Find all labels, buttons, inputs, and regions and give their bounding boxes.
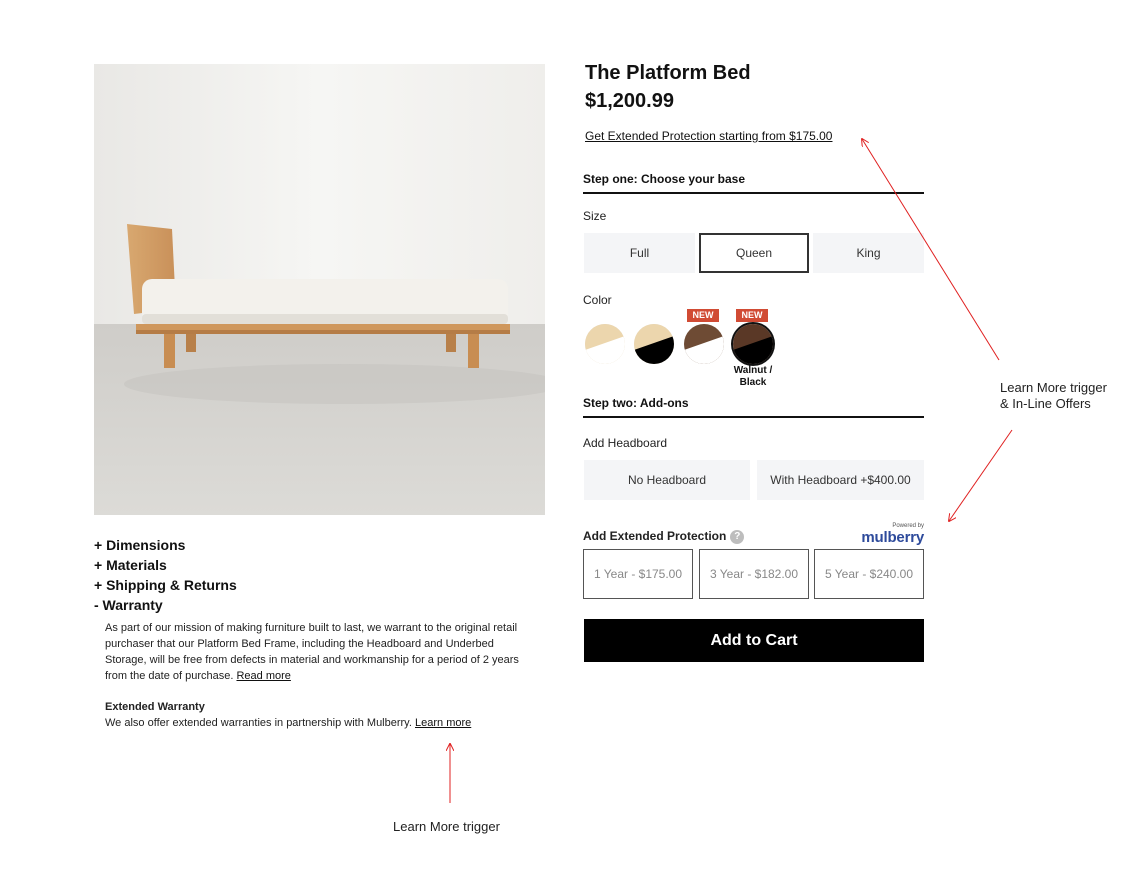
product-title: The Platform Bed — [585, 62, 751, 84]
product-price: $1,200.99 — [585, 90, 674, 112]
accordion-materials[interactable]: + Materials — [94, 555, 534, 575]
mulberry-brand: mulberry — [861, 529, 924, 546]
warranty-content: As part of our mission of making furnitu… — [94, 615, 534, 731]
protection-plan-5-year[interactable]: 5 Year - $240.00 — [814, 549, 924, 599]
annotation-line-2: & In-Line Offers — [1000, 396, 1091, 411]
step-one-heading: Step one: Choose your base — [583, 172, 924, 194]
extended-protection-link[interactable]: Get Extended Protection starting from $1… — [585, 129, 832, 143]
extended-warranty-title: Extended Warranty — [105, 701, 205, 713]
size-option-full[interactable]: Full — [584, 233, 695, 273]
extended-warranty-body: We also offer extended warranties in par… — [105, 717, 412, 729]
warranty-text: As part of our mission of making furnitu… — [105, 620, 525, 684]
accordion-warranty[interactable]: - Warranty — [94, 595, 534, 615]
color-swatch-natural-black[interactable] — [634, 324, 674, 364]
add-to-cart-button[interactable]: Add to Cart — [584, 619, 924, 662]
protection-plan-1-year[interactable]: 1 Year - $175.00 — [583, 549, 693, 599]
mulberry-logo: Powered by mulberry — [861, 523, 924, 545]
product-image — [94, 64, 545, 515]
annotation-line-1: Learn More trigger — [1000, 380, 1107, 395]
extended-warranty-text: We also offer extended warranties in par… — [105, 715, 525, 731]
extended-protection-label: Add Extended Protection? — [583, 529, 745, 544]
accordion-shipping-returns[interactable]: + Shipping & Returns — [94, 575, 534, 595]
bed-photo — [94, 64, 545, 515]
learn-more-link[interactable]: Learn more — [415, 717, 471, 729]
headboard-option-none[interactable]: No Headboard — [584, 460, 750, 500]
annotation-learn-more-trigger: Learn More trigger — [393, 819, 500, 834]
headboard-option-with[interactable]: With Headboard +$400.00 — [757, 460, 924, 500]
selected-color-name: Walnut / Black — [733, 365, 773, 388]
color-swatch-walnut-white[interactable] — [684, 324, 724, 364]
color-label: Color — [583, 293, 612, 307]
extended-protection-text: Add Extended Protection — [583, 529, 727, 543]
question-mark-icon[interactable]: ? — [730, 530, 745, 544]
warranty-body: As part of our mission of making furnitu… — [105, 622, 519, 682]
read-more-link[interactable]: Read more — [236, 670, 290, 682]
protection-plan-3-year[interactable]: 3 Year - $182.00 — [699, 549, 809, 599]
product-details-accordion: + Dimensions + Materials + Shipping & Re… — [94, 535, 534, 731]
headboard-label: Add Headboard — [583, 436, 668, 450]
annotation-arrow-mulberry — [949, 429, 1013, 521]
step-two-heading: Step two: Add-ons — [583, 396, 924, 418]
new-badge: NEW — [736, 309, 768, 322]
annotation-learn-more-offers: Learn More trigger & In-Line Offers — [1000, 380, 1107, 412]
accordion-dimensions[interactable]: + Dimensions — [94, 535, 534, 555]
color-swatch-walnut-black[interactable] — [733, 324, 773, 364]
color-swatch-natural-white[interactable] — [585, 324, 625, 364]
size-option-king[interactable]: King — [813, 233, 924, 273]
size-label: Size — [583, 209, 607, 223]
new-badge: NEW — [687, 309, 719, 322]
size-option-queen[interactable]: Queen — [699, 233, 809, 273]
